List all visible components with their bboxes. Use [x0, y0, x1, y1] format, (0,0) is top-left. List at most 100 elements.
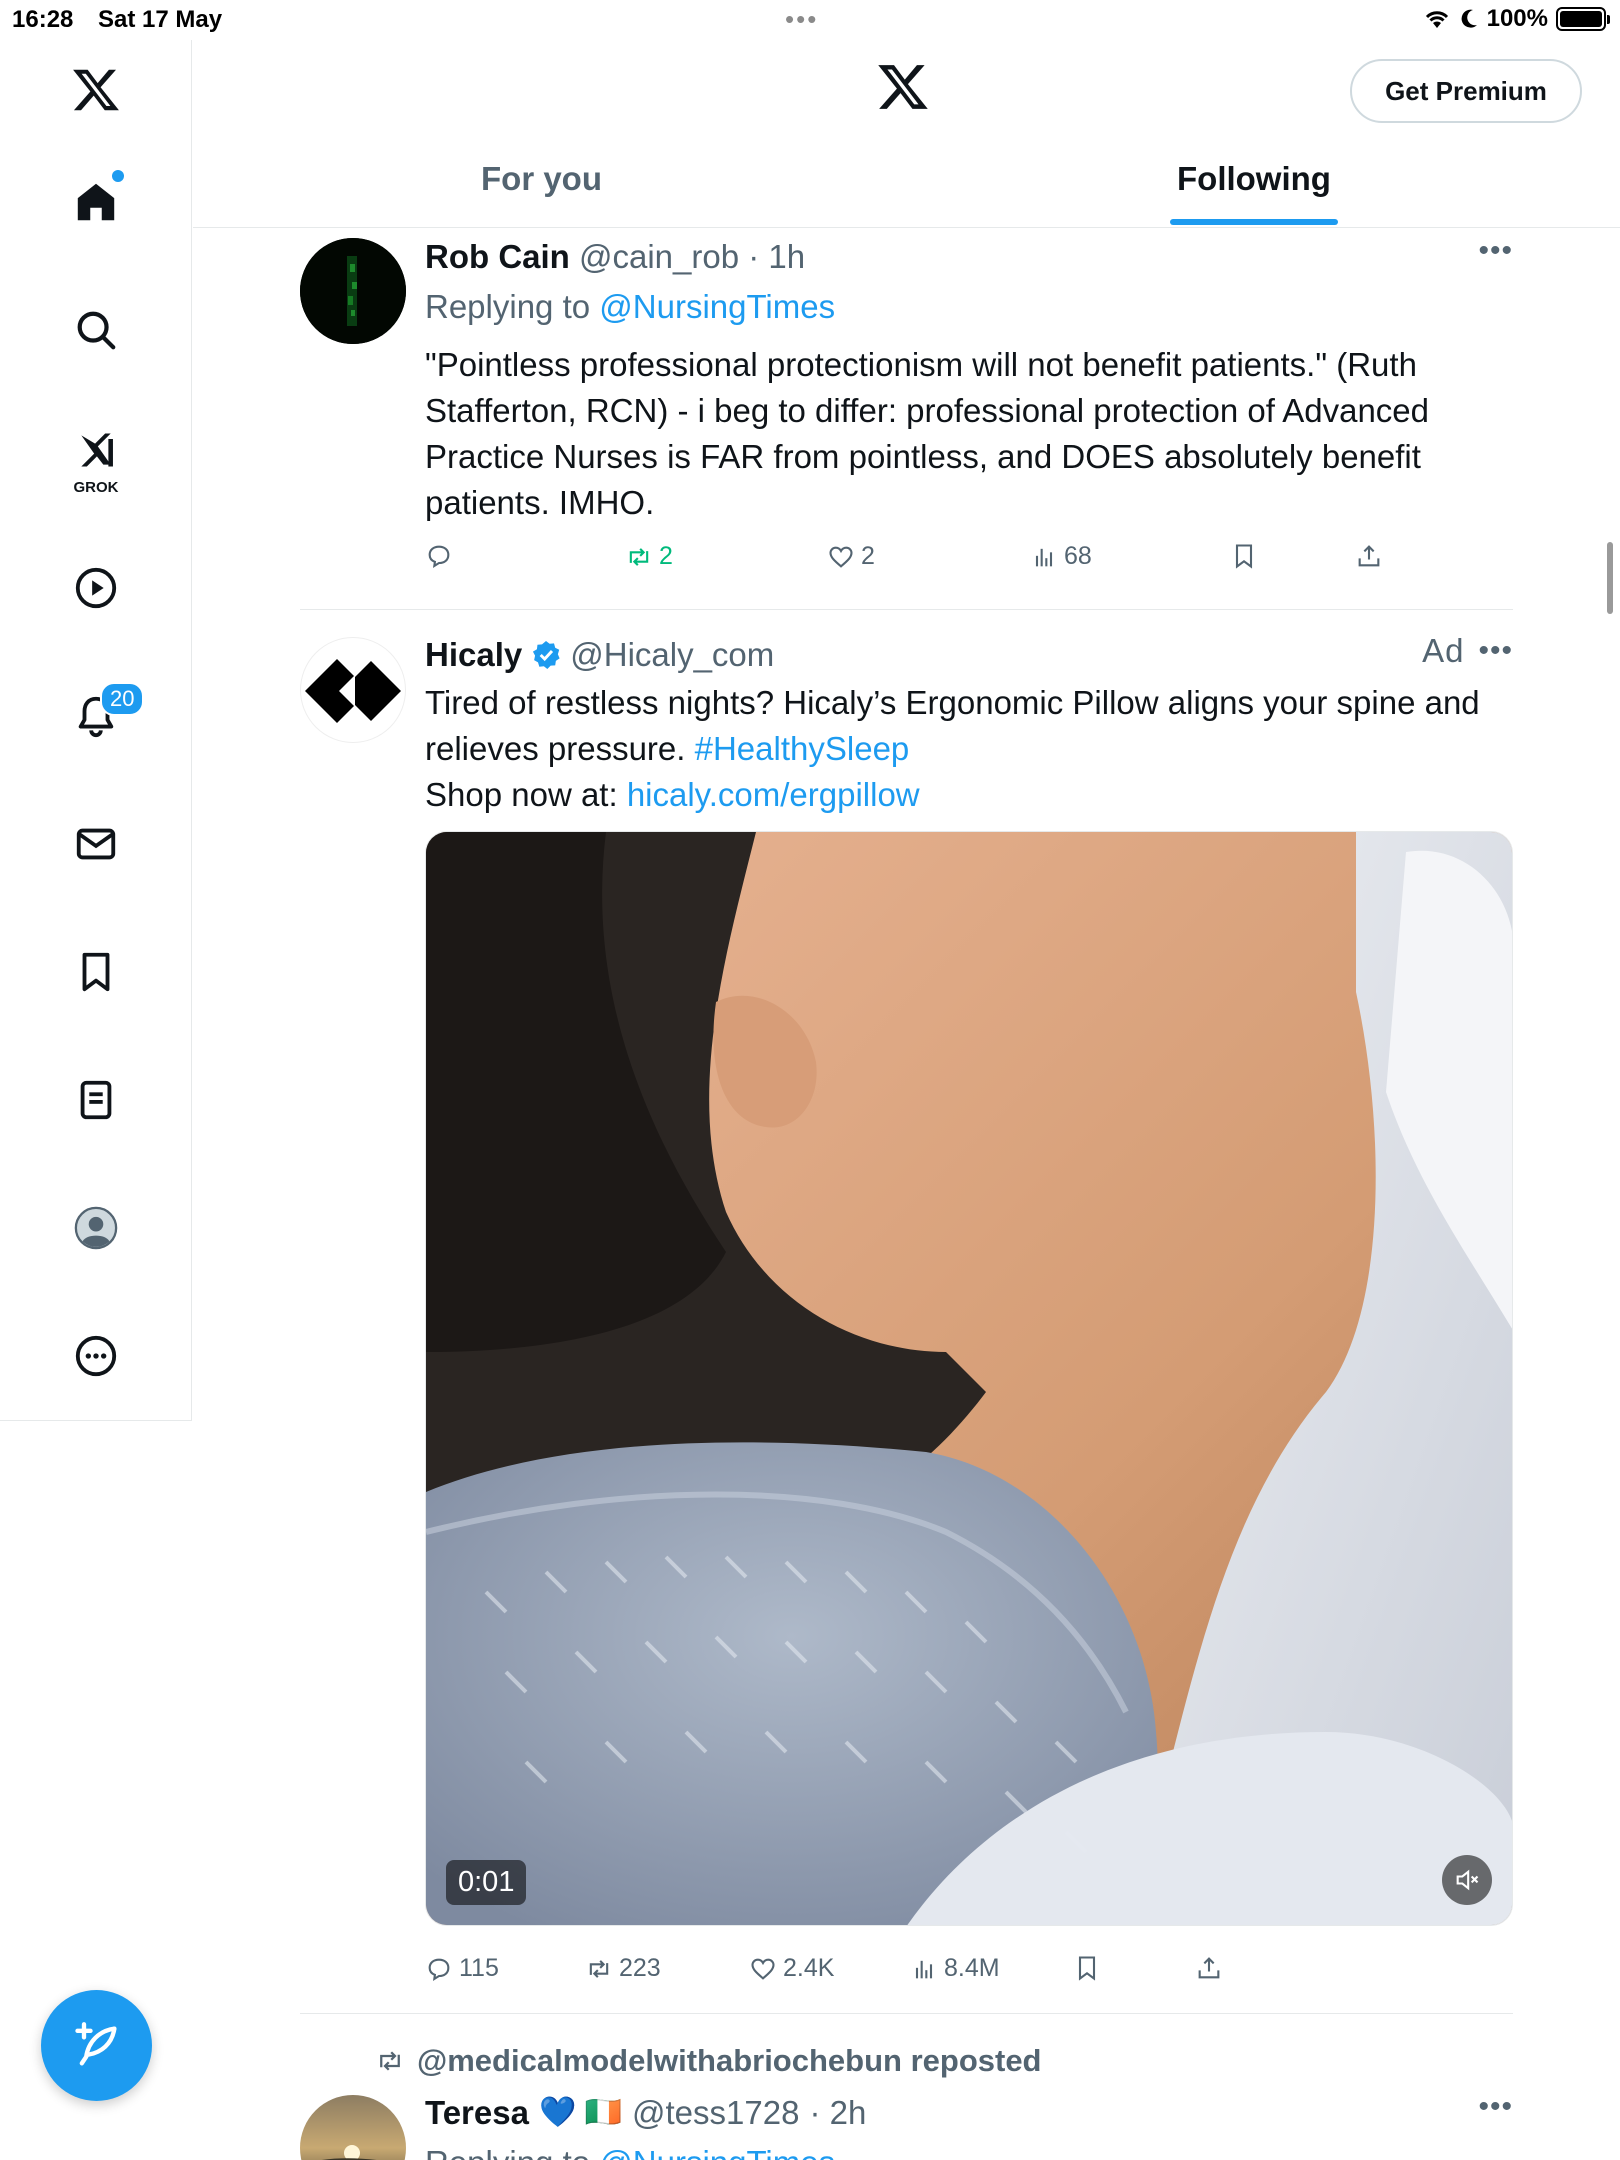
post-time[interactable]: · 1h [748, 238, 805, 275]
more-options-icon[interactable]: ••• [1478, 2090, 1513, 2124]
ad-text-line1: Tired of restless nights? Hicaly’s Ergon… [425, 684, 1480, 721]
sidebar-item-lists[interactable] [56, 1060, 136, 1140]
multitasking-dots[interactable]: ••• [785, 4, 818, 35]
reply-button[interactable] [425, 542, 453, 570]
sidebar-divider [0, 1420, 192, 1421]
author-handle[interactable]: @tess1728 [632, 2090, 799, 2136]
repost-icon [589, 1959, 609, 1978]
author-name[interactable]: Rob Cain [425, 238, 570, 275]
author-name[interactable]: Hicaly [425, 632, 522, 678]
avatar[interactable] [300, 2095, 406, 2160]
tweet[interactable]: @medicalmodelwithabriochebun reposted Te… [300, 2038, 1513, 2160]
scrollbar[interactable] [1607, 542, 1613, 614]
replying-to-prefix: Replying to [425, 288, 591, 325]
like-count: 2.4K [783, 1954, 835, 1982]
video-icon [75, 567, 117, 609]
status-date: Sat 17 May [98, 6, 223, 33]
get-premium-button[interactable]: Get Premium [1350, 59, 1582, 123]
like-button[interactable]: 2.4K [749, 1954, 834, 1983]
ad-label: Ad [1422, 632, 1465, 669]
hicaly-logo-icon [305, 659, 401, 723]
repost-button[interactable]: 2 [625, 542, 673, 571]
reply-icon [428, 545, 450, 569]
sidebar-x-logo[interactable] [56, 50, 136, 130]
bookmarks-icon [82, 952, 110, 992]
replying-to-link[interactable]: @NursingTimes [599, 2144, 835, 2160]
reposted-by[interactable]: @medicalmodelwithabriochebun reposted [417, 2038, 1042, 2084]
shop-link[interactable]: hicaly.com/ergpillow [627, 776, 920, 813]
views-button[interactable]: 68 [1030, 542, 1092, 571]
tab-for-you[interactable]: For you [481, 160, 602, 198]
sidebar-item-profile[interactable] [56, 1188, 136, 1268]
compose-feather-icon [74, 2021, 116, 2065]
share-button[interactable] [1355, 542, 1383, 570]
x-logo-icon [878, 65, 928, 109]
header-x-logo[interactable] [876, 60, 930, 119]
views-button[interactable]: 8.4M [910, 1954, 1000, 1983]
tab-following[interactable]: Following [1177, 160, 1331, 198]
sidebar-item-bookmarks[interactable] [56, 932, 136, 1012]
avatar-image [300, 2095, 406, 2160]
share-button[interactable] [1195, 1954, 1223, 1982]
active-tab-indicator [1170, 219, 1338, 225]
avatar[interactable] [300, 238, 406, 344]
author-handle[interactable]: @Hicaly_com [570, 632, 774, 678]
reply-count: 115 [459, 1954, 499, 1982]
status-right: 100% [1423, 5, 1610, 33]
sidebar-item-more[interactable] [56, 1316, 136, 1396]
like-button[interactable]: 2 [827, 542, 875, 571]
reply-icon [428, 1958, 450, 1981]
hashtag-link[interactable]: #HealthySleep [695, 730, 910, 767]
avatar-image [300, 238, 406, 344]
repost-button[interactable]: 223 [585, 1954, 661, 1983]
tweet[interactable]: Rob Cain @cain_rob · 1h ••• Replying to … [300, 234, 1513, 574]
status-time: 16:28 [12, 6, 74, 33]
name-emoji: 💙 🇮🇪 [538, 2096, 623, 2129]
search-icon [77, 311, 116, 350]
grok-label: GROK [73, 479, 119, 496]
verified-badge-icon [533, 641, 560, 669]
repost-count: 223 [619, 1954, 661, 1982]
messages-icon [76, 828, 116, 860]
compose-post-button[interactable] [41, 1990, 152, 2101]
more-options-icon[interactable]: ••• [1478, 634, 1513, 668]
repost-icon [629, 547, 649, 566]
repost-count: 2 [659, 542, 673, 570]
author-name[interactable]: Teresa [425, 2090, 529, 2136]
bookmark-icon [1078, 1956, 1096, 1981]
sidebar-item-search[interactable] [56, 290, 136, 370]
sidebar: GROK 20 [0, 40, 192, 1420]
reply-button[interactable]: 115 [425, 1954, 499, 1983]
author-handle[interactable]: @cain_rob [579, 238, 739, 275]
video-player[interactable]: 0:01 [425, 831, 1513, 1926]
x-logo-icon [73, 69, 119, 111]
more-icon [75, 1335, 117, 1377]
tweet-actions: 115 223 2.4K 8.4M [425, 1954, 1513, 1994]
views-count: 8.4M [944, 1954, 1000, 1982]
tweet-ad[interactable]: Hicaly @Hicaly_com Ad ••• Tired of restl… [300, 632, 1513, 2012]
bookmark-button[interactable] [1230, 542, 1258, 570]
home-unread-dot [112, 170, 124, 182]
avatar[interactable] [300, 637, 406, 743]
video-frame [426, 832, 1512, 1925]
bookmark-button[interactable] [1073, 1954, 1101, 1982]
tweet-divider [300, 2013, 1513, 2014]
mute-button[interactable] [1442, 1855, 1492, 1905]
sidebar-item-home[interactable] [56, 162, 136, 242]
heart-icon [829, 546, 853, 568]
sidebar-item-grok[interactable]: GROK [56, 418, 136, 498]
views-icon [915, 1960, 933, 1978]
sidebar-item-video[interactable] [56, 548, 136, 628]
replying-to-prefix: Replying to [425, 2144, 590, 2160]
video-timecode: 0:01 [446, 1860, 527, 1905]
sidebar-item-notifications[interactable]: 20 [56, 676, 145, 756]
sidebar-item-messages[interactable] [56, 804, 136, 884]
battery-percent: 100% [1486, 5, 1548, 32]
post-time[interactable]: · 2h [809, 2090, 866, 2136]
bookmark-icon [1235, 544, 1253, 569]
tweet-actions: 2 2 68 [425, 542, 1513, 582]
replying-to-link[interactable]: @NursingTimes [599, 288, 835, 325]
timeline-header: Get Premium For you Following [193, 40, 1620, 228]
more-options-icon[interactable]: ••• [1478, 234, 1513, 268]
notifications-badge: 20 [100, 682, 145, 716]
